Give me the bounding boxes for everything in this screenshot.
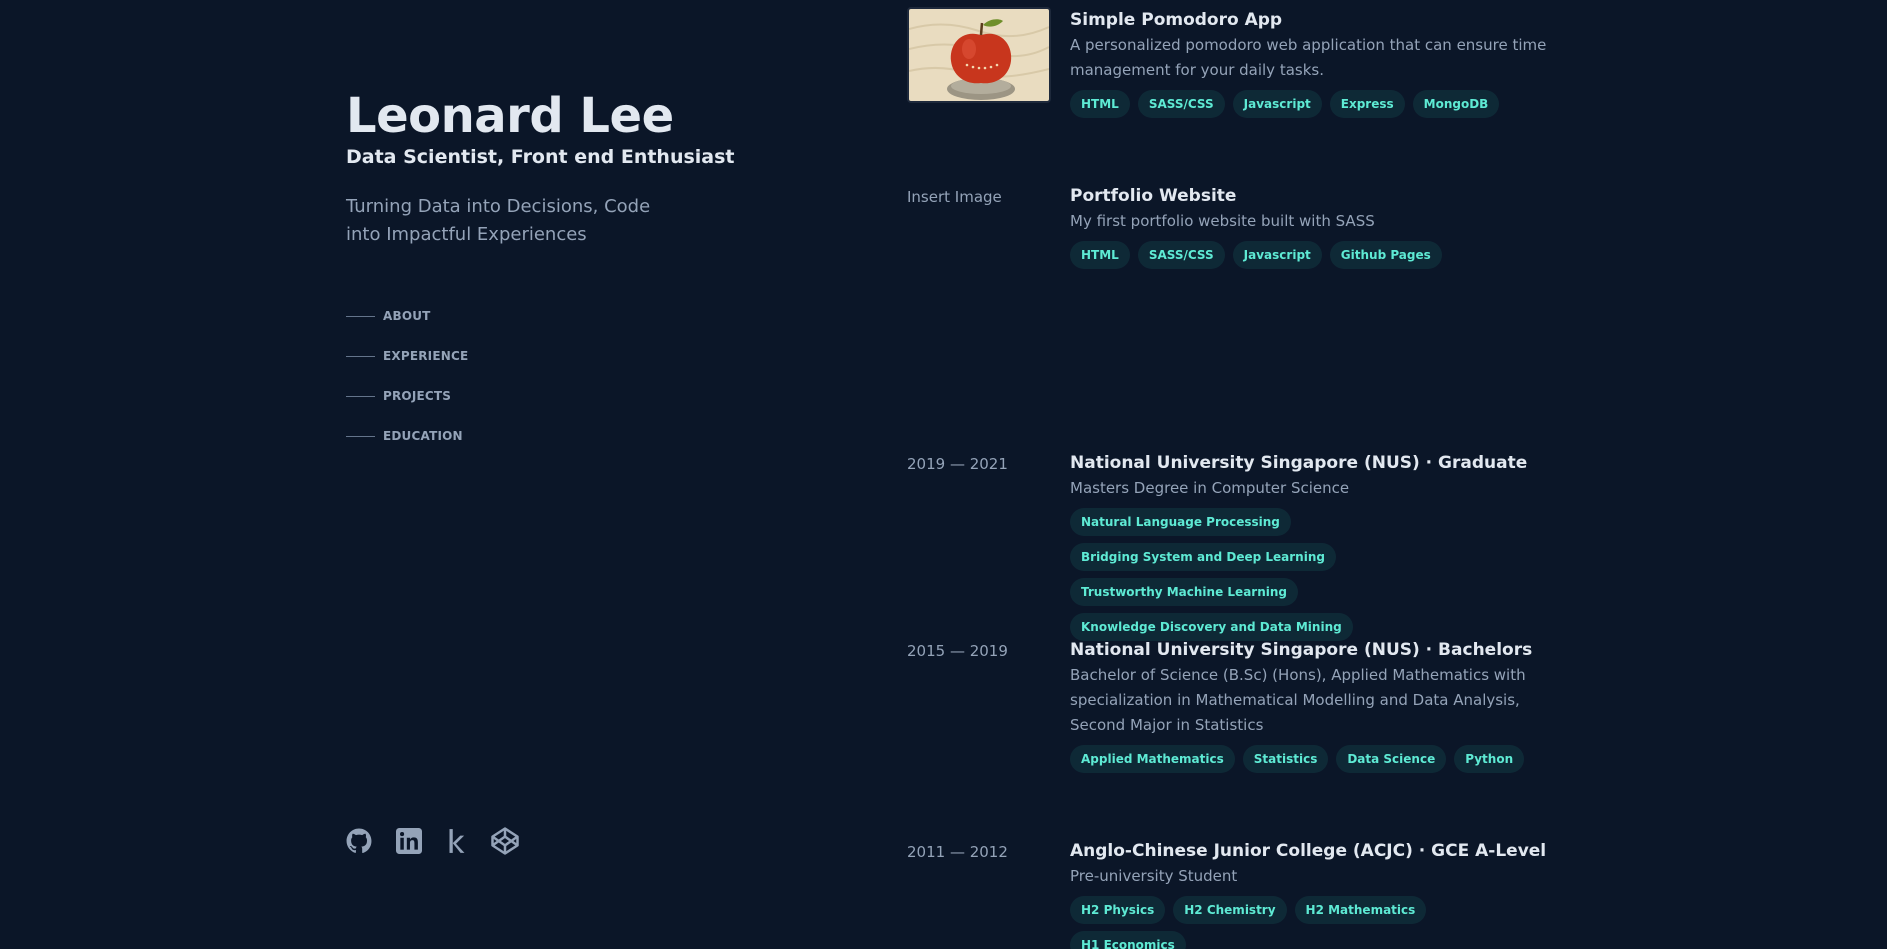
- course-tag: H1 Economics: [1070, 931, 1186, 949]
- education-body: Anglo-Chinese Junior College (ACJC) · GC…: [1070, 840, 1550, 949]
- nav-indicator: [346, 435, 375, 437]
- tech-tag: SASS/CSS: [1137, 241, 1225, 269]
- portfolio-page: Leonard Lee Data Scientist, Front end En…: [0, 0, 1887, 949]
- course-tags: H2 Physics H2 Chemistry H2 Mathematics H…: [1070, 896, 1550, 949]
- github-link[interactable]: [346, 828, 372, 854]
- tech-tag: SASS/CSS: [1137, 90, 1225, 118]
- nav-label: Experience: [383, 349, 469, 363]
- profile-name: Leonard Lee: [346, 88, 674, 144]
- social-links: [346, 826, 544, 856]
- education-description: Pre-university Student: [1070, 867, 1238, 885]
- course-tag: Trustworthy Machine Learning: [1070, 578, 1298, 606]
- course-tag: Bridging System and Deep Learning: [1070, 543, 1336, 571]
- course-tags: Applied Mathematics Statistics Data Scie…: [1070, 745, 1550, 780]
- project-body: Portfolio Website My first portfolio web…: [1070, 185, 1550, 276]
- linkedin-icon: [396, 828, 422, 854]
- education-title[interactable]: Anglo-Chinese Junior College (ACJC) · GC…: [1070, 840, 1550, 862]
- education-body: National University Singapore (NUS) · Gr…: [1070, 452, 1550, 648]
- course-tag: Data Science: [1336, 745, 1447, 773]
- nav-item-projects[interactable]: Projects: [346, 386, 468, 406]
- github-icon: [346, 828, 372, 854]
- course-tag: H2 Physics: [1070, 896, 1166, 924]
- project-title[interactable]: Portfolio Website: [1070, 185, 1550, 207]
- education-description: Masters Degree in Computer Science: [1070, 479, 1350, 497]
- course-tag: H2 Chemistry: [1173, 896, 1287, 924]
- codepen-link[interactable]: [490, 826, 520, 856]
- course-tag: Applied Mathematics: [1070, 745, 1235, 773]
- project-description: My first portfolio website built with SA…: [1070, 212, 1375, 230]
- education-title[interactable]: National University Singapore (NUS) · Ba…: [1070, 639, 1550, 661]
- project-title[interactable]: Simple Pomodoro App: [1070, 9, 1550, 31]
- tech-tag: HTML: [1070, 90, 1130, 118]
- course-tag: H2 Mathematics: [1294, 896, 1427, 924]
- nav-label: Education: [383, 429, 463, 443]
- education-body: National University Singapore (NUS) · Ba…: [1070, 639, 1550, 780]
- section-nav: About Experience Projects Education: [346, 306, 468, 466]
- nav-label: Projects: [383, 389, 452, 403]
- kaggle-link[interactable]: [446, 828, 466, 854]
- tech-tag: Javascript: [1232, 241, 1322, 269]
- nav-item-experience[interactable]: Experience: [346, 346, 468, 366]
- project-thumbnail: [907, 7, 1051, 103]
- kaggle-icon: [449, 829, 465, 853]
- project-body: Simple Pomodoro App A personalized pomod…: [1070, 9, 1550, 125]
- tech-tag: HTML: [1070, 241, 1130, 269]
- linkedin-link[interactable]: [396, 828, 422, 854]
- nav-item-education[interactable]: Education: [346, 426, 468, 446]
- tech-tags: HTML SASS/CSS Javascript Express MongoDB: [1070, 90, 1550, 125]
- course-tag: Natural Language Processing: [1070, 508, 1291, 536]
- education-title[interactable]: National University Singapore (NUS) · Gr…: [1070, 452, 1550, 474]
- tech-tag: Javascript: [1232, 90, 1322, 118]
- education-description: Bachelor of Science (B.Sc) (Hons), Appli…: [1070, 666, 1526, 734]
- project-description: A personalized pomodoro web application …: [1070, 36, 1547, 79]
- profile-tagline: Turning Data into Decisions, Code into I…: [346, 196, 651, 245]
- tech-tags: HTML SASS/CSS Javascript Github Pages: [1070, 241, 1550, 276]
- project-image-placeholder: Insert Image: [907, 188, 1002, 206]
- profile-role: Data Scientist, Front end Enthusiast: [346, 146, 735, 168]
- course-tag: Knowledge Discovery and Data Mining: [1070, 613, 1353, 641]
- nav-indicator: [346, 355, 375, 357]
- course-tag: Python: [1454, 745, 1525, 773]
- nav-indicator: [346, 395, 375, 397]
- education-period: 2015 — 2019: [907, 642, 1008, 660]
- codepen-icon: [491, 827, 519, 855]
- tech-tag: Express: [1329, 90, 1405, 118]
- nav-item-about[interactable]: About: [346, 306, 468, 326]
- nav-indicator: [346, 315, 375, 317]
- tech-tag: Github Pages: [1329, 241, 1442, 269]
- education-period: 2011 — 2012: [907, 843, 1008, 861]
- education-period: 2019 — 2021: [907, 455, 1008, 473]
- course-tag: Statistics: [1242, 745, 1329, 773]
- nav-label: About: [383, 309, 431, 323]
- tech-tag: MongoDB: [1412, 90, 1500, 118]
- tomato-apple-image: [909, 9, 1049, 101]
- course-tags: Natural Language Processing Bridging Sys…: [1070, 508, 1550, 648]
